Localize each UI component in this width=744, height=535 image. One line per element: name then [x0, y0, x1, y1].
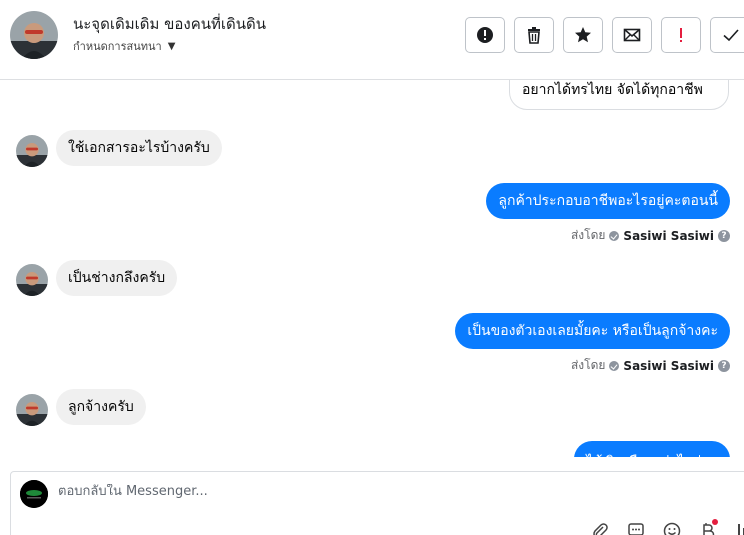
reply-composer [10, 471, 744, 535]
alert-circle-icon [477, 27, 493, 43]
page-logo [20, 480, 48, 508]
more-button[interactable] [733, 520, 744, 535]
reply-input[interactable] [58, 484, 558, 499]
mark-done-button[interactable] [710, 17, 744, 53]
conversation-header: นะจุดเดิมเดิม ของคนที่เดินดิน กำหนดการสน… [0, 0, 744, 80]
message-bubble-incoming[interactable]: เป็นช่างกลึงครับ [56, 260, 178, 296]
sender-avatar[interactable] [16, 264, 48, 296]
message-bubble-outgoing-partial: อยากได้ทรไทย จัดได้ทุกอาชีพ [509, 80, 729, 110]
message-bubble-outgoing[interactable]: เป็นของตัวเองเลยมั้ยคะ หรือเป็นลูกจ้างคะ [455, 313, 730, 349]
contact-photo [16, 394, 48, 426]
saved-replies-button[interactable] [625, 520, 647, 535]
sender-avatar[interactable] [16, 135, 48, 167]
message-text: อยากได้ทรไทย จัดได้ทุกอาชีพ [522, 82, 703, 98]
contact-name[interactable]: นะจุดเดิมเดิม ของคนที่เดินดิน [73, 12, 266, 36]
sent-by-label: ส่งโดย Sasiwi Sasiwi ? [571, 226, 730, 245]
saved-reply-icon [628, 523, 644, 535]
contact-photo [16, 264, 48, 296]
sent-by-name[interactable]: Sasiwi Sasiwi [623, 359, 714, 373]
notification-dot [712, 519, 718, 525]
delete-button[interactable] [514, 17, 554, 53]
sent-by-prefix: ส่งโดย [570, 358, 606, 372]
more-icon [738, 524, 744, 535]
conversation-label-dropdown[interactable]: กำหนดการสนทนา ▼ [73, 37, 175, 55]
star-button[interactable] [563, 17, 603, 53]
attach-button[interactable] [589, 520, 611, 535]
mark-important-button[interactable] [661, 17, 701, 53]
message-thread[interactable]: อยากได้ทรไทย จัดได้ทุกอาชีพ ใช้เอกสารอะไ… [0, 80, 744, 457]
message-bubble-outgoing[interactable]: ลูกค้าประกอบอาชีพอะไรอยู่คะตอนนี้ [486, 183, 730, 219]
help-icon[interactable]: ? [718, 229, 730, 242]
composer-toolbar [589, 519, 744, 535]
emoji-button[interactable] [661, 520, 683, 535]
conversation-label-text: กำหนดการสนทนา [73, 40, 162, 53]
sent-by-name[interactable]: Sasiwi Sasiwi [623, 229, 714, 243]
mark-unread-button[interactable] [612, 17, 652, 53]
message-bubble-incoming[interactable]: ใช้เอกสารอะไรบ้างครับ [56, 130, 222, 166]
message-bubble-outgoing-partial[interactable]: ได้เงินเดือนเท่าไหร่คะ [574, 441, 730, 457]
verified-check-icon [609, 360, 620, 371]
exclamation-icon [680, 28, 682, 42]
message-bubble-incoming[interactable]: ลูกจ้างครับ [56, 389, 146, 425]
envelope-icon [623, 28, 641, 42]
trash-icon [528, 27, 540, 44]
page-avatar [20, 480, 48, 508]
star-icon [575, 27, 591, 43]
conversation-actions [465, 17, 744, 53]
sent-by-prefix: ส่งโดย [570, 228, 606, 242]
payment-button[interactable] [697, 519, 719, 535]
emoji-icon [663, 522, 681, 535]
sender-avatar[interactable] [16, 394, 48, 426]
mark-spam-button[interactable] [465, 17, 505, 53]
sent-by-label: ส่งโดย Sasiwi Sasiwi ? [571, 356, 730, 375]
paperclip-icon [593, 523, 608, 535]
checkmark-icon [722, 29, 739, 42]
contact-avatar[interactable] [10, 11, 58, 59]
contact-photo [16, 135, 48, 167]
help-icon[interactable]: ? [718, 359, 730, 372]
caret-down-icon: ▼ [167, 40, 176, 52]
verified-check-icon [609, 230, 620, 241]
contact-photo [10, 11, 58, 59]
